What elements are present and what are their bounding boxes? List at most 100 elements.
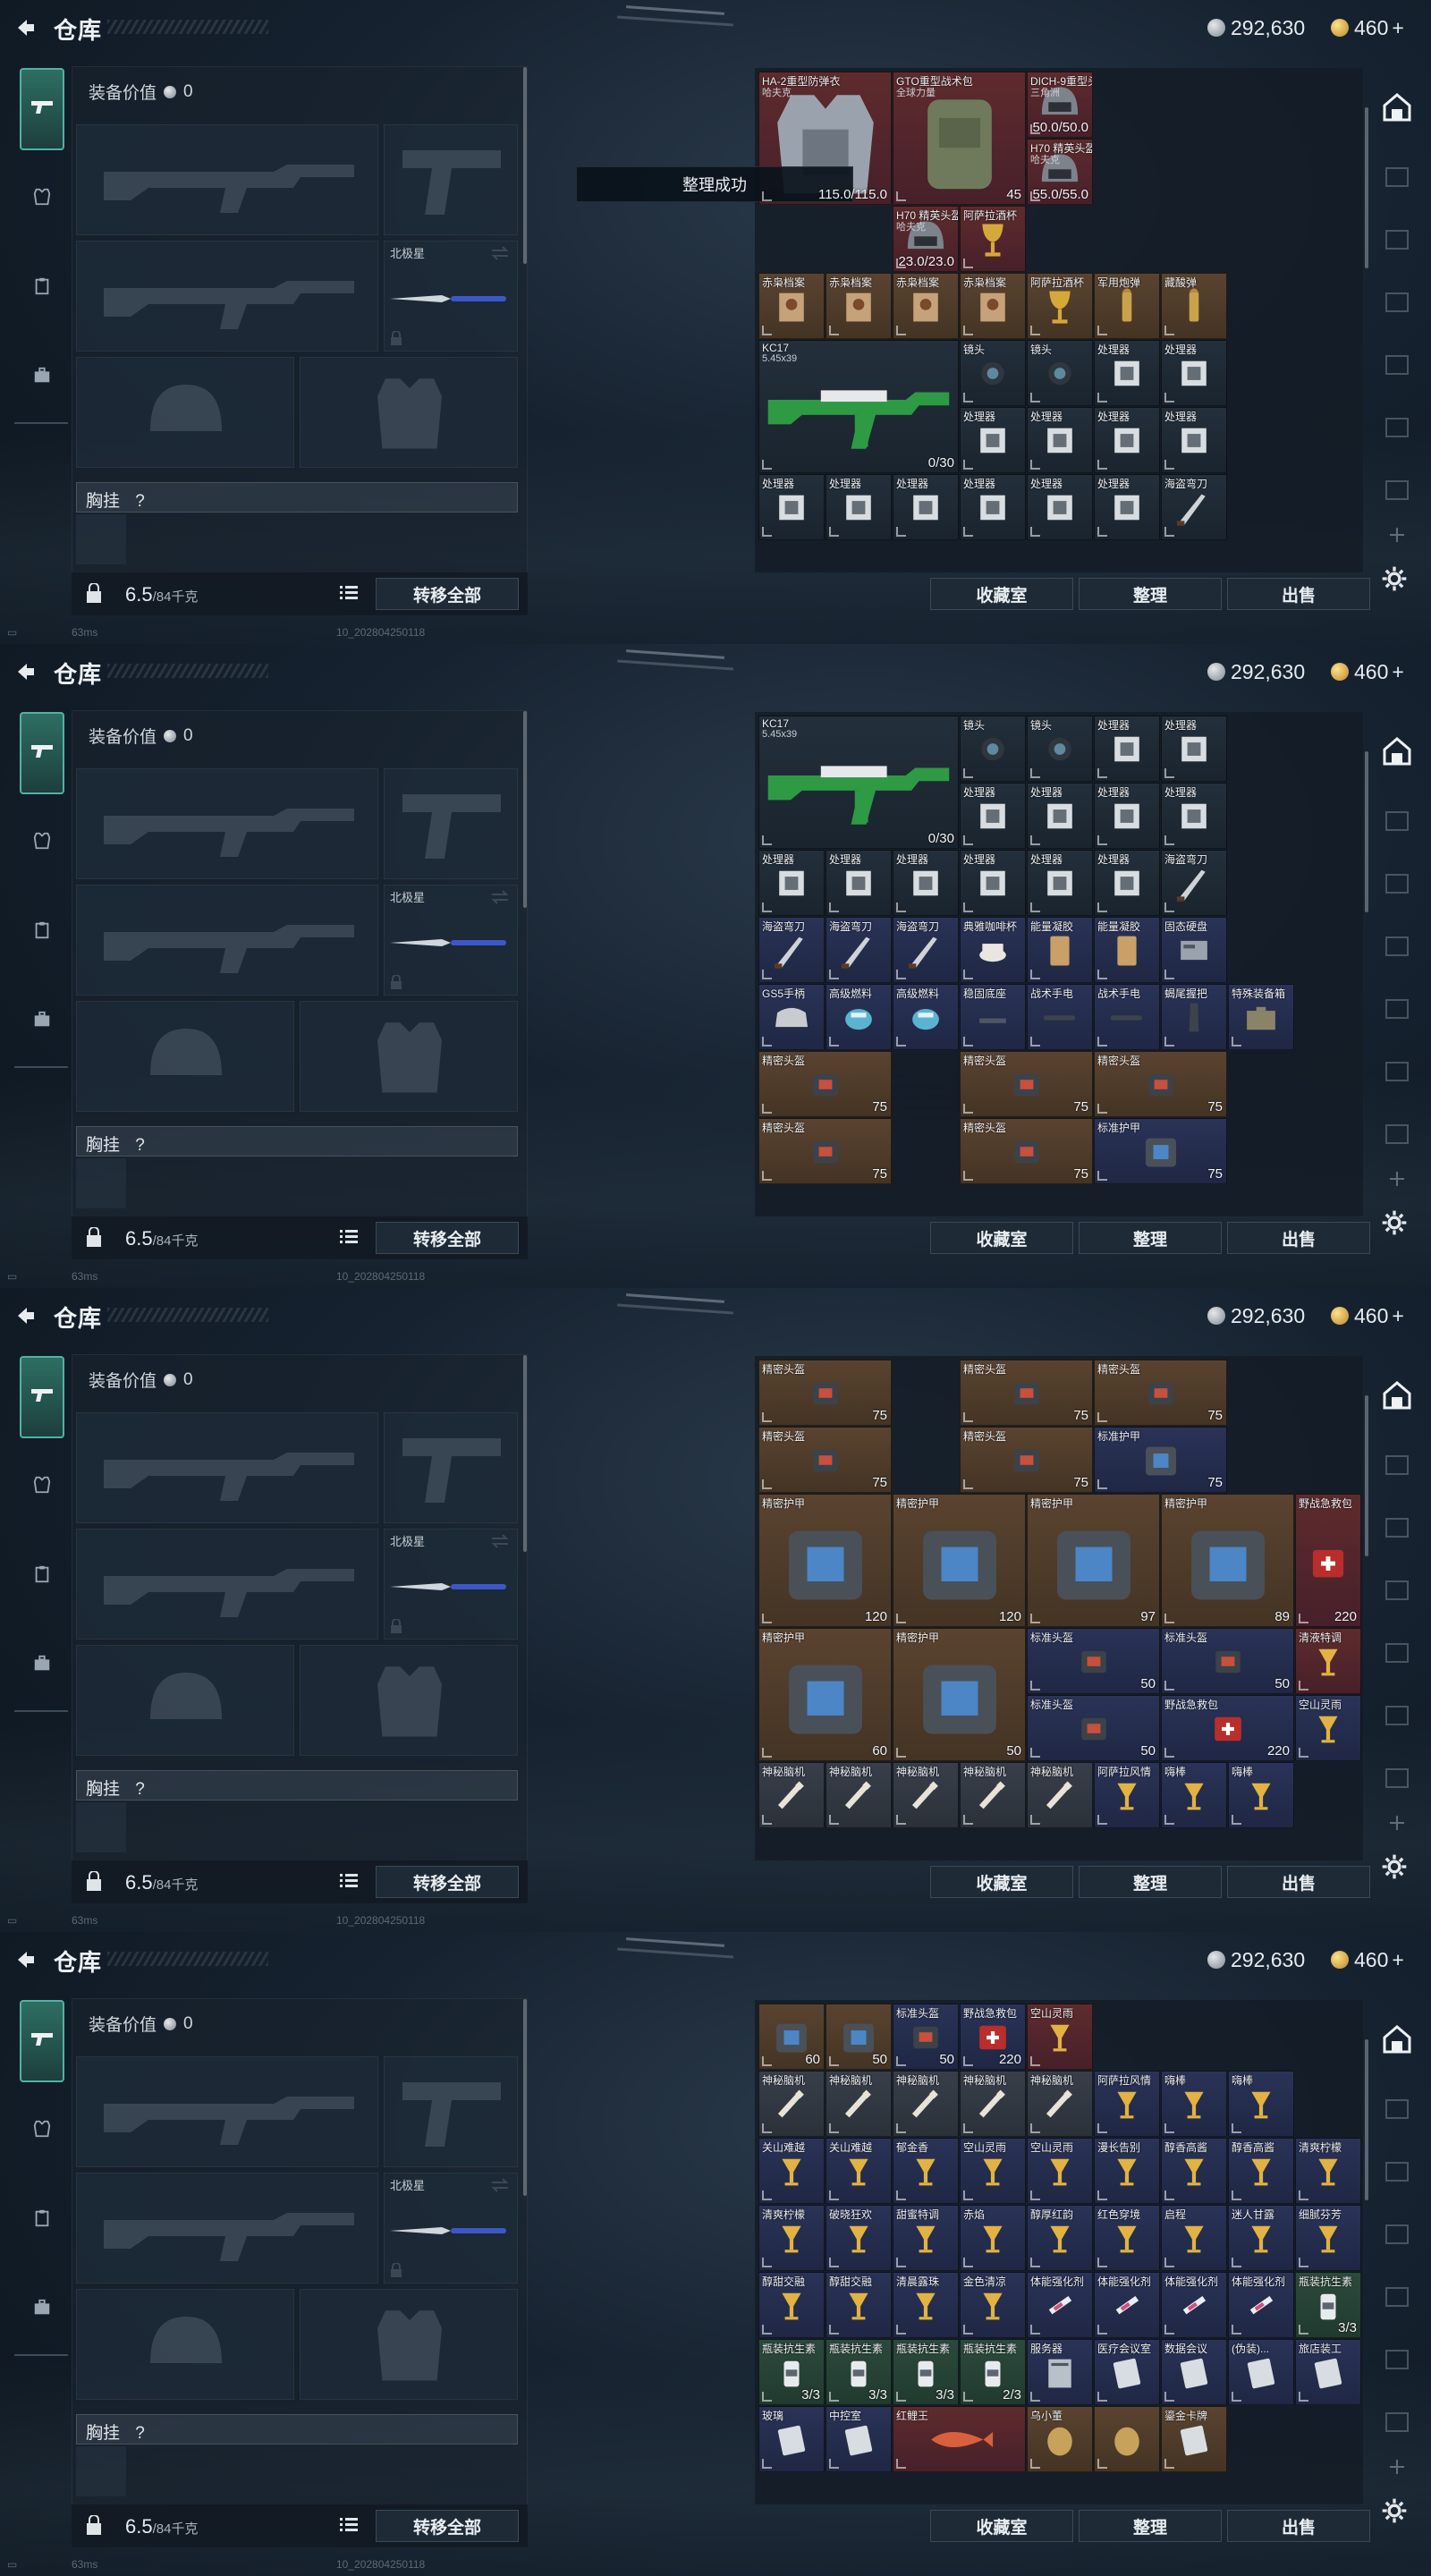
stash-item[interactable]: 医疗会议室 xyxy=(1094,2339,1160,2405)
back-icon[interactable] xyxy=(14,16,38,39)
stash-item[interactable]: H70 精英头盔 哈夫克 55.0/55.0 xyxy=(1027,139,1093,205)
gold-currency[interactable]: 460 + xyxy=(1331,15,1404,40)
body-armor-slot[interactable] xyxy=(300,1645,518,1756)
back-icon[interactable] xyxy=(14,1304,38,1327)
helmet-slot[interactable] xyxy=(76,1645,294,1756)
stash-item[interactable]: 处理器 xyxy=(826,474,892,540)
stash-item[interactable]: 醇甜交融 xyxy=(826,2272,892,2338)
primary-weapon-slot[interactable] xyxy=(76,2056,378,2167)
stash-item[interactable] xyxy=(1094,2406,1160,2472)
stash-scrollbar[interactable] xyxy=(1365,107,1368,268)
stash-item[interactable]: 蝎尾握把 xyxy=(1161,984,1227,1050)
gold-currency[interactable]: 460 + xyxy=(1331,659,1404,684)
equipment-scrollbar[interactable] xyxy=(523,711,527,908)
gear-icon[interactable] xyxy=(1381,2497,1413,2529)
tab-armor[interactable] xyxy=(20,157,64,240)
stash-page-icon[interactable] xyxy=(1384,352,1410,377)
stash-page-icon[interactable] xyxy=(1384,2410,1410,2435)
stash-item[interactable]: 赤枭档案 xyxy=(826,273,892,339)
list-icon[interactable] xyxy=(340,585,358,601)
stash-item[interactable]: 神秘脑机 xyxy=(758,2071,825,2137)
chest-rig-cell[interactable] xyxy=(76,514,126,564)
transfer-all-button[interactable]: 转移全部 xyxy=(376,578,519,610)
stash-item[interactable]: 精密护甲 97 xyxy=(1027,1494,1160,1627)
stash-item[interactable]: 处理器 xyxy=(826,850,892,916)
stash-page-icon[interactable] xyxy=(1384,1453,1410,1478)
stash-item[interactable]: 鎏金卡牌 xyxy=(1161,2406,1227,2472)
sell-button[interactable]: 出售 xyxy=(1227,1222,1370,1254)
stash-item[interactable]: 神秘脑机 xyxy=(1027,2071,1093,2137)
stash-item[interactable]: 处理器 xyxy=(1027,783,1093,849)
stash-item[interactable]: 海盗弯刀 xyxy=(1161,850,1227,916)
stash-item[interactable]: 精密护甲 120 xyxy=(758,1494,892,1627)
stash-item[interactable]: 郁金香 xyxy=(893,2138,959,2204)
stash-item[interactable]: 中控室 xyxy=(826,2406,892,2472)
stash-item[interactable]: 标准护甲 75 xyxy=(1094,1118,1227,1184)
stash-item[interactable]: 瓶装抗生素 3/3 xyxy=(826,2339,892,2405)
stash-page-icon[interactable] xyxy=(1384,809,1410,834)
swap-icon[interactable] xyxy=(490,245,510,261)
add-page-icon[interactable] xyxy=(1384,1810,1410,1835)
organize-button[interactable]: 整理 xyxy=(1079,1866,1222,1898)
stash-item[interactable]: 精密头盔 75 xyxy=(960,1051,1093,1117)
stash-item[interactable]: 赤枭档案 xyxy=(758,273,825,339)
stash-item[interactable]: 处理器 xyxy=(1027,474,1093,540)
stash-item[interactable]: GS5手柄 xyxy=(758,984,825,1050)
chest-rig-slot[interactable]: 胸挂 ? xyxy=(76,1770,518,1801)
equipment-scrollbar[interactable] xyxy=(523,1999,527,2196)
stash-page-icon[interactable] xyxy=(1384,1703,1410,1728)
stash-item[interactable]: 处理器 xyxy=(1094,783,1160,849)
stash-item[interactable]: 精密护甲 89 xyxy=(1161,1494,1294,1627)
stash-item[interactable]: (伪装)... xyxy=(1228,2339,1294,2405)
stash-scrollbar[interactable] xyxy=(1365,751,1368,912)
stash-page-icon[interactable] xyxy=(1384,2097,1410,2122)
tab-gear[interactable] xyxy=(20,1535,64,1617)
tab-gear[interactable] xyxy=(20,891,64,973)
stash-item[interactable]: 战术手电 xyxy=(1094,984,1160,1050)
stash-item[interactable]: 醇甜交融 xyxy=(758,2272,825,2338)
add-currency-button[interactable]: + xyxy=(1392,1948,1403,1972)
stash-item[interactable]: 战术手电 xyxy=(1027,984,1093,1050)
tab-case[interactable] xyxy=(20,2268,64,2351)
gold-currency[interactable]: 460 + xyxy=(1331,1947,1404,1972)
stash-page-icon[interactable] xyxy=(1384,227,1410,252)
stash-item[interactable]: 标准头盔 50 xyxy=(1027,1628,1160,1694)
stash-item[interactable]: 赤枭档案 xyxy=(960,273,1026,339)
stash-item[interactable]: 标准头盔 50 xyxy=(893,2004,959,2070)
stash-item[interactable]: 处理器 xyxy=(1161,407,1227,473)
chest-rig-cell[interactable] xyxy=(76,2446,126,2496)
stash-item[interactable]: 神秘脑机 xyxy=(960,1762,1026,1828)
transfer-all-button[interactable]: 转移全部 xyxy=(376,1866,519,1898)
chest-rig-cell[interactable] xyxy=(76,1802,126,1852)
organize-button[interactable]: 整理 xyxy=(1079,1222,1222,1254)
sell-button[interactable]: 出售 xyxy=(1227,2510,1370,2542)
tab-gear[interactable] xyxy=(20,2179,64,2261)
warehouse-icon[interactable] xyxy=(1381,1379,1413,1411)
stash-item[interactable]: 海盗弯刀 xyxy=(1161,474,1227,540)
stash-item[interactable]: 60 xyxy=(758,2004,825,2070)
stash-page-icon[interactable] xyxy=(1384,2159,1410,2184)
list-icon[interactable] xyxy=(340,2517,358,2533)
stash-item[interactable]: 稳固底座 xyxy=(960,984,1026,1050)
stash-scrollbar[interactable] xyxy=(1365,2039,1368,2200)
stash-item[interactable]: 数据会议 xyxy=(1161,2339,1227,2405)
helmet-slot[interactable] xyxy=(76,2289,294,2400)
stash-item[interactable]: 标准护甲 75 xyxy=(1094,1427,1227,1493)
stash-item[interactable]: 关山难越 xyxy=(758,2138,825,2204)
stash-item[interactable]: 醇香高酱 xyxy=(1228,2138,1294,2204)
stash-item[interactable]: 体能强化剂 xyxy=(1027,2272,1093,2338)
stash-page-icon[interactable] xyxy=(1384,1578,1410,1603)
stash-item[interactable]: 迷人甘露 xyxy=(1228,2205,1294,2271)
stash-item[interactable]: 精密头盔 75 xyxy=(960,1360,1093,1426)
stash-page-icon[interactable] xyxy=(1384,1122,1410,1147)
stash-item[interactable]: 镜头 xyxy=(1027,340,1093,406)
stash-item[interactable]: 精密护甲 60 xyxy=(758,1628,892,1761)
stash-item[interactable]: 处理器 xyxy=(1094,407,1160,473)
add-page-icon[interactable] xyxy=(1384,2454,1410,2479)
stash-item[interactable]: 野战急救包 220 xyxy=(1161,1695,1294,1761)
stash-item[interactable]: 处理器 xyxy=(893,850,959,916)
stash-item[interactable]: 精密头盔 75 xyxy=(1094,1360,1227,1426)
stash-item[interactable]: 细腻芬芳 xyxy=(1295,2205,1361,2271)
stash-item[interactable]: 服务器 xyxy=(1027,2339,1093,2405)
stash-page-icon[interactable] xyxy=(1384,1059,1410,1084)
